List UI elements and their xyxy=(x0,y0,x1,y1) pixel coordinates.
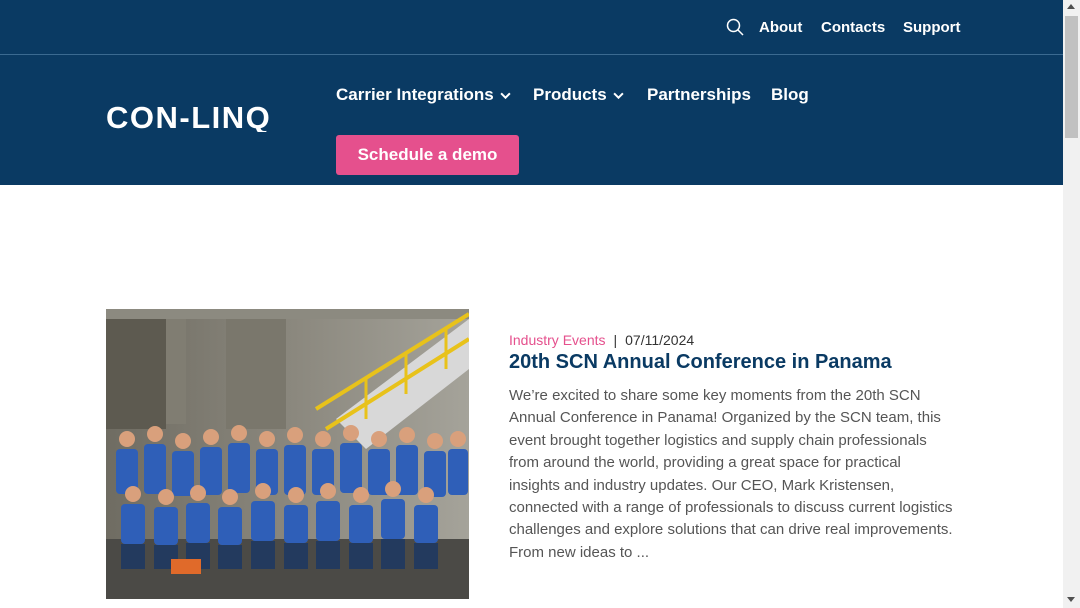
post-category-link[interactable]: Industry Events xyxy=(509,332,606,348)
scroll-down-icon[interactable] xyxy=(1067,597,1075,602)
post-featured-image[interactable] xyxy=(106,309,469,599)
search-icon[interactable] xyxy=(726,18,744,36)
meta-separator: | xyxy=(613,332,618,348)
nav-partnerships[interactable]: Partnerships xyxy=(647,85,751,105)
nav-products[interactable]: Products xyxy=(533,85,624,105)
chevron-down-icon xyxy=(613,92,624,99)
chevron-down-icon xyxy=(500,92,511,99)
nav-blog[interactable]: Blog xyxy=(771,85,809,105)
about-link[interactable]: About xyxy=(759,19,802,36)
group-photo-illustration xyxy=(106,309,469,599)
nav-label: Carrier Integrations xyxy=(336,85,494,104)
nav-label: Partnerships xyxy=(647,85,751,104)
post-meta: Industry Events | 07/11/2024 xyxy=(509,332,694,348)
schedule-demo-button[interactable]: Schedule a demo xyxy=(336,135,519,175)
post-title[interactable]: 20th SCN Annual Conference in Panama xyxy=(509,351,892,374)
post-date: 07/11/2024 xyxy=(625,332,695,348)
scrollbar-thumb[interactable] xyxy=(1065,16,1078,138)
support-link[interactable]: Support xyxy=(903,19,961,36)
nav-carrier-integrations[interactable]: Carrier Integrations xyxy=(336,85,511,105)
post-excerpt: We’re excited to share some key moments … xyxy=(509,387,953,561)
nav-label: Products xyxy=(533,85,607,104)
scrollbar[interactable] xyxy=(1063,0,1080,608)
svg-text:CON-LINQ: CON-LINQ xyxy=(106,102,271,132)
top-utility-bar: About Contacts Support xyxy=(0,0,1063,55)
contacts-link[interactable]: Contacts xyxy=(821,19,885,36)
con-linq-logo[interactable]: CON-LINQ xyxy=(106,102,306,132)
scroll-up-icon[interactable] xyxy=(1067,4,1075,9)
main-navbar: CON-LINQ Carrier Integrations Products P… xyxy=(0,55,1063,185)
nav-label: Blog xyxy=(771,85,809,104)
